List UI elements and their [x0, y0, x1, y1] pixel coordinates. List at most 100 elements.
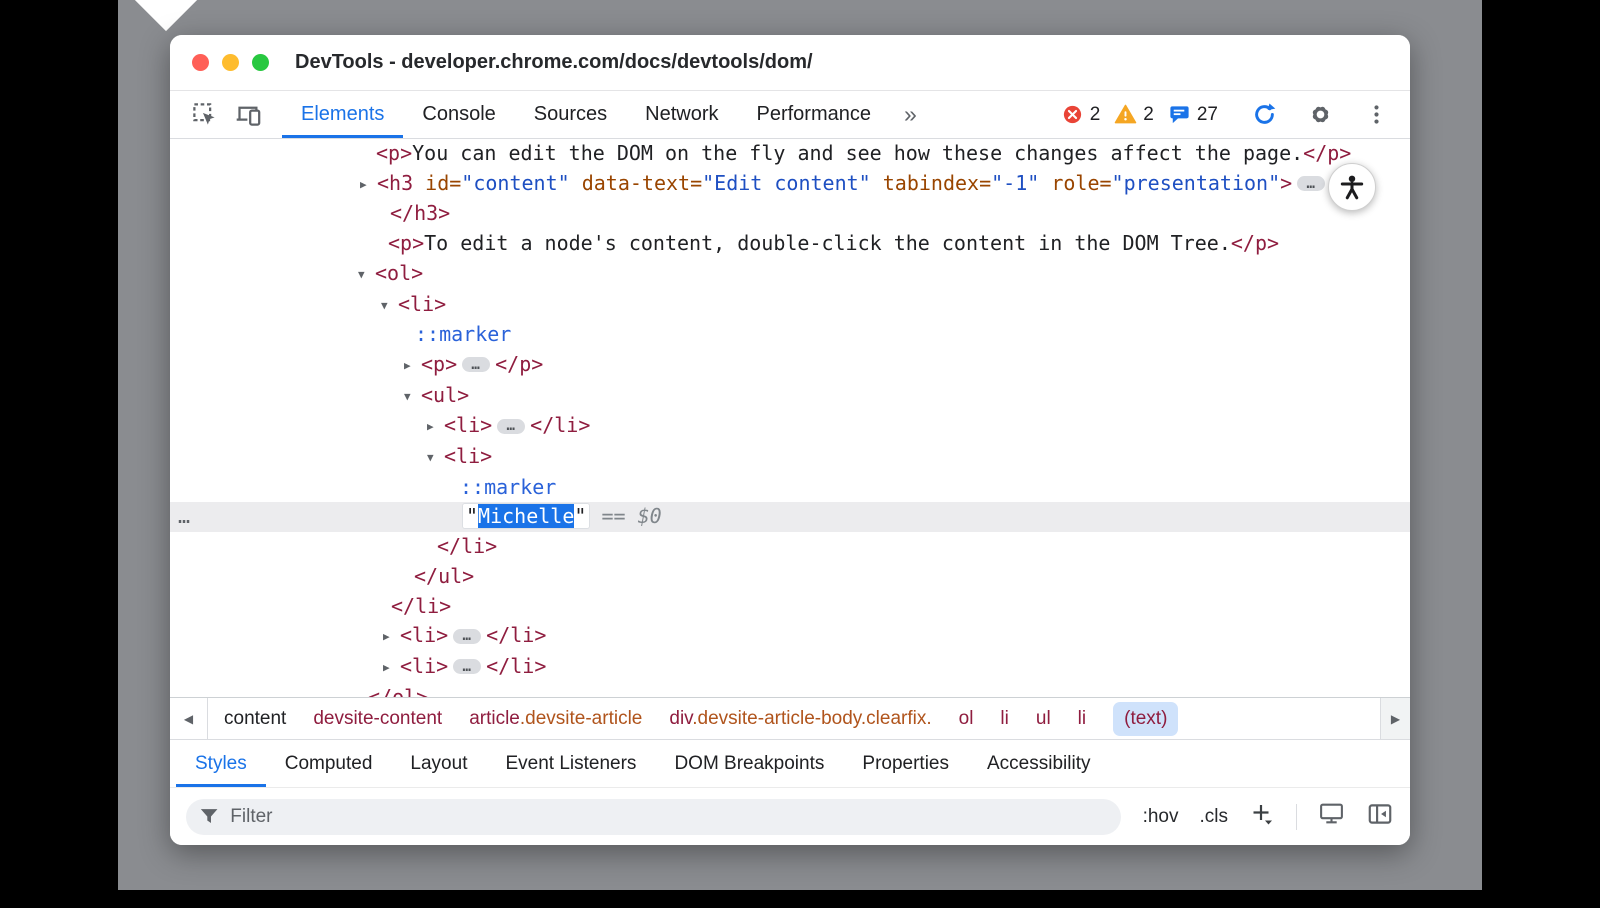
expand-ellipsis-button[interactable]: …	[453, 629, 481, 644]
tree-line-18[interactable]: </ol>	[170, 683, 1410, 697]
expand-ellipsis-button[interactable]: …	[1297, 176, 1325, 191]
tag-token: <li>	[444, 444, 492, 468]
tree-line-6[interactable]: ::marker	[170, 320, 1410, 350]
status-badges: 2 2 27	[1047, 91, 1218, 138]
tab-elements[interactable]: Elements	[282, 91, 403, 138]
tab-performance[interactable]: Performance	[738, 91, 891, 138]
issues-icon	[1168, 103, 1191, 126]
settings-button[interactable]	[1302, 97, 1338, 133]
sidebar-tab-computed[interactable]: Computed	[266, 740, 392, 787]
tree-line-2[interactable]: </h3>	[170, 199, 1410, 229]
breadcrumb-content[interactable]: content	[224, 708, 286, 730]
issues-badge[interactable]: 27	[1168, 103, 1218, 126]
expand-ellipsis-button[interactable]: …	[462, 357, 490, 372]
breadcrumb-div[interactable]: div.devsite-article-body.clearfix.	[669, 708, 931, 730]
filter-input[interactable]	[230, 806, 1107, 828]
disclosure-arrow[interactable]: ▼	[358, 260, 375, 290]
tag-token: </ol>	[368, 685, 428, 697]
tree-line-8[interactable]: ▼<ul>	[170, 381, 1410, 412]
tag-token: <li>	[400, 654, 448, 678]
tag-token: </ul>	[414, 564, 474, 588]
tab-console[interactable]: Console	[403, 91, 514, 138]
tag-token: <li>	[398, 292, 446, 316]
breadcrumb-back-button[interactable]: ◀	[170, 698, 208, 739]
attr-name-token: tabindex=	[871, 171, 991, 195]
device-toolbar-button[interactable]	[230, 97, 266, 133]
breadcrumb-li[interactable]: li	[1000, 708, 1008, 730]
disclosure-arrow[interactable]: ▶	[383, 653, 400, 683]
new-style-rule-button[interactable]	[1249, 801, 1275, 833]
zoom-button[interactable]	[252, 54, 269, 71]
tree-line-3[interactable]: <p>To edit a node's content, double-clic…	[170, 229, 1410, 259]
rendering-emulation-button[interactable]	[1318, 800, 1345, 833]
issues-count: 27	[1197, 104, 1218, 126]
sync-button[interactable]	[1246, 97, 1282, 133]
main-menu-button[interactable]	[1358, 97, 1394, 133]
filter-field[interactable]	[186, 799, 1121, 835]
disclosure-arrow[interactable]: ▼	[381, 291, 398, 321]
breadcrumb-forward-button[interactable]: ▶	[1380, 698, 1410, 739]
tree-line-4[interactable]: ▼<ol>	[170, 259, 1410, 290]
tree-line-11[interactable]: ::marker	[170, 473, 1410, 503]
close-button[interactable]	[192, 54, 209, 71]
disclosure-arrow[interactable]: ▶	[383, 622, 400, 652]
window-title: DevTools - developer.chrome.com/docs/dev…	[295, 51, 813, 74]
sidebar-tab-properties[interactable]: Properties	[843, 740, 968, 787]
sidebar-tab-dom-breakpoints[interactable]: DOM Breakpoints	[655, 740, 843, 787]
disclosure-arrow[interactable]: ▼	[404, 382, 421, 412]
warning-badge[interactable]: 2	[1114, 103, 1154, 126]
tag-token: <li>	[400, 623, 448, 647]
tree-line-5[interactable]: ▼<li>	[170, 290, 1410, 321]
breadcrumb-article[interactable]: article.devsite-article	[469, 708, 642, 730]
tree-line-13[interactable]: </li>	[170, 532, 1410, 562]
pseudo-marker-token: ::marker	[415, 322, 511, 346]
breadcrumb: content devsite-content article.devsite-ar…	[208, 702, 1178, 736]
toggle-element-state-button[interactable]: :hov	[1143, 806, 1179, 828]
tree-line-17[interactable]: ▶<li>…</li>	[170, 652, 1410, 683]
inline-text-editor[interactable]: "Michelle"	[463, 504, 589, 528]
crumb-tag: div	[669, 708, 692, 729]
tag-token: </li>	[391, 594, 451, 618]
tree-line-0[interactable]: <p>You can edit the DOM on the fly and s…	[170, 139, 1410, 169]
tree-line-14[interactable]: </ul>	[170, 562, 1410, 592]
disclosure-arrow[interactable]: ▶	[404, 351, 421, 381]
styles-filter-bar: :hov .cls	[170, 787, 1410, 845]
tree-line-9[interactable]: ▶<li>…</li>	[170, 411, 1410, 442]
tree-line-7[interactable]: ▶<p>…</p>	[170, 350, 1410, 381]
accessibility-overlay-button[interactable]	[1328, 163, 1376, 211]
dom-tree-panel: <p>You can edit the DOM on the fly and s…	[170, 139, 1410, 697]
breadcrumb--text-[interactable]: (text)	[1113, 702, 1178, 736]
disclosure-arrow[interactable]: ▶	[427, 412, 444, 442]
tree-line-10[interactable]: ▼<li>	[170, 442, 1410, 473]
sidebar-tab-layout[interactable]: Layout	[391, 740, 486, 787]
breadcrumb-ul[interactable]: ul	[1036, 708, 1051, 730]
attr-value-token: "-1"	[991, 171, 1039, 195]
breadcrumb-devsite-content[interactable]: devsite-content	[313, 708, 442, 730]
sidebar-tab-styles[interactable]: Styles	[176, 740, 266, 787]
row-overflow-ellipsis[interactable]: …	[178, 502, 190, 532]
sidebar-tab-accessibility[interactable]: Accessibility	[968, 740, 1109, 787]
disclosure-arrow[interactable]: ▶	[360, 170, 377, 200]
tree-line-12[interactable]: …"Michelle" == $0	[170, 502, 1410, 532]
more-tabs-button[interactable]: »	[890, 91, 931, 138]
tree-line-1[interactable]: ▶<h3 id="content" data-text="Edit conten…	[170, 169, 1410, 200]
minimize-button[interactable]	[222, 54, 239, 71]
breadcrumb-ol[interactable]: ol	[959, 708, 974, 730]
device-toolbar-icon	[235, 101, 262, 128]
breadcrumb-li[interactable]: li	[1078, 708, 1086, 730]
disclosure-arrow[interactable]: ▼	[427, 443, 444, 473]
tree-line-15[interactable]: </li>	[170, 592, 1410, 622]
element-classes-button[interactable]: .cls	[1200, 806, 1229, 828]
toolbar-right-icons	[1242, 91, 1410, 138]
inspect-element-button[interactable]	[186, 97, 222, 133]
tag-token: >	[1280, 171, 1292, 195]
tab-network[interactable]: Network	[626, 91, 737, 138]
sidebar-tab-event-listeners[interactable]: Event Listeners	[486, 740, 655, 787]
tree-line-16[interactable]: ▶<li>…</li>	[170, 621, 1410, 652]
error-badge[interactable]: 2	[1061, 103, 1101, 126]
attr-value-token: "Edit content"	[702, 171, 871, 195]
expand-ellipsis-button[interactable]: …	[497, 419, 525, 434]
expand-ellipsis-button[interactable]: …	[453, 659, 481, 674]
tab-sources[interactable]: Sources	[515, 91, 626, 138]
toggle-sidebar-button[interactable]	[1366, 800, 1394, 834]
